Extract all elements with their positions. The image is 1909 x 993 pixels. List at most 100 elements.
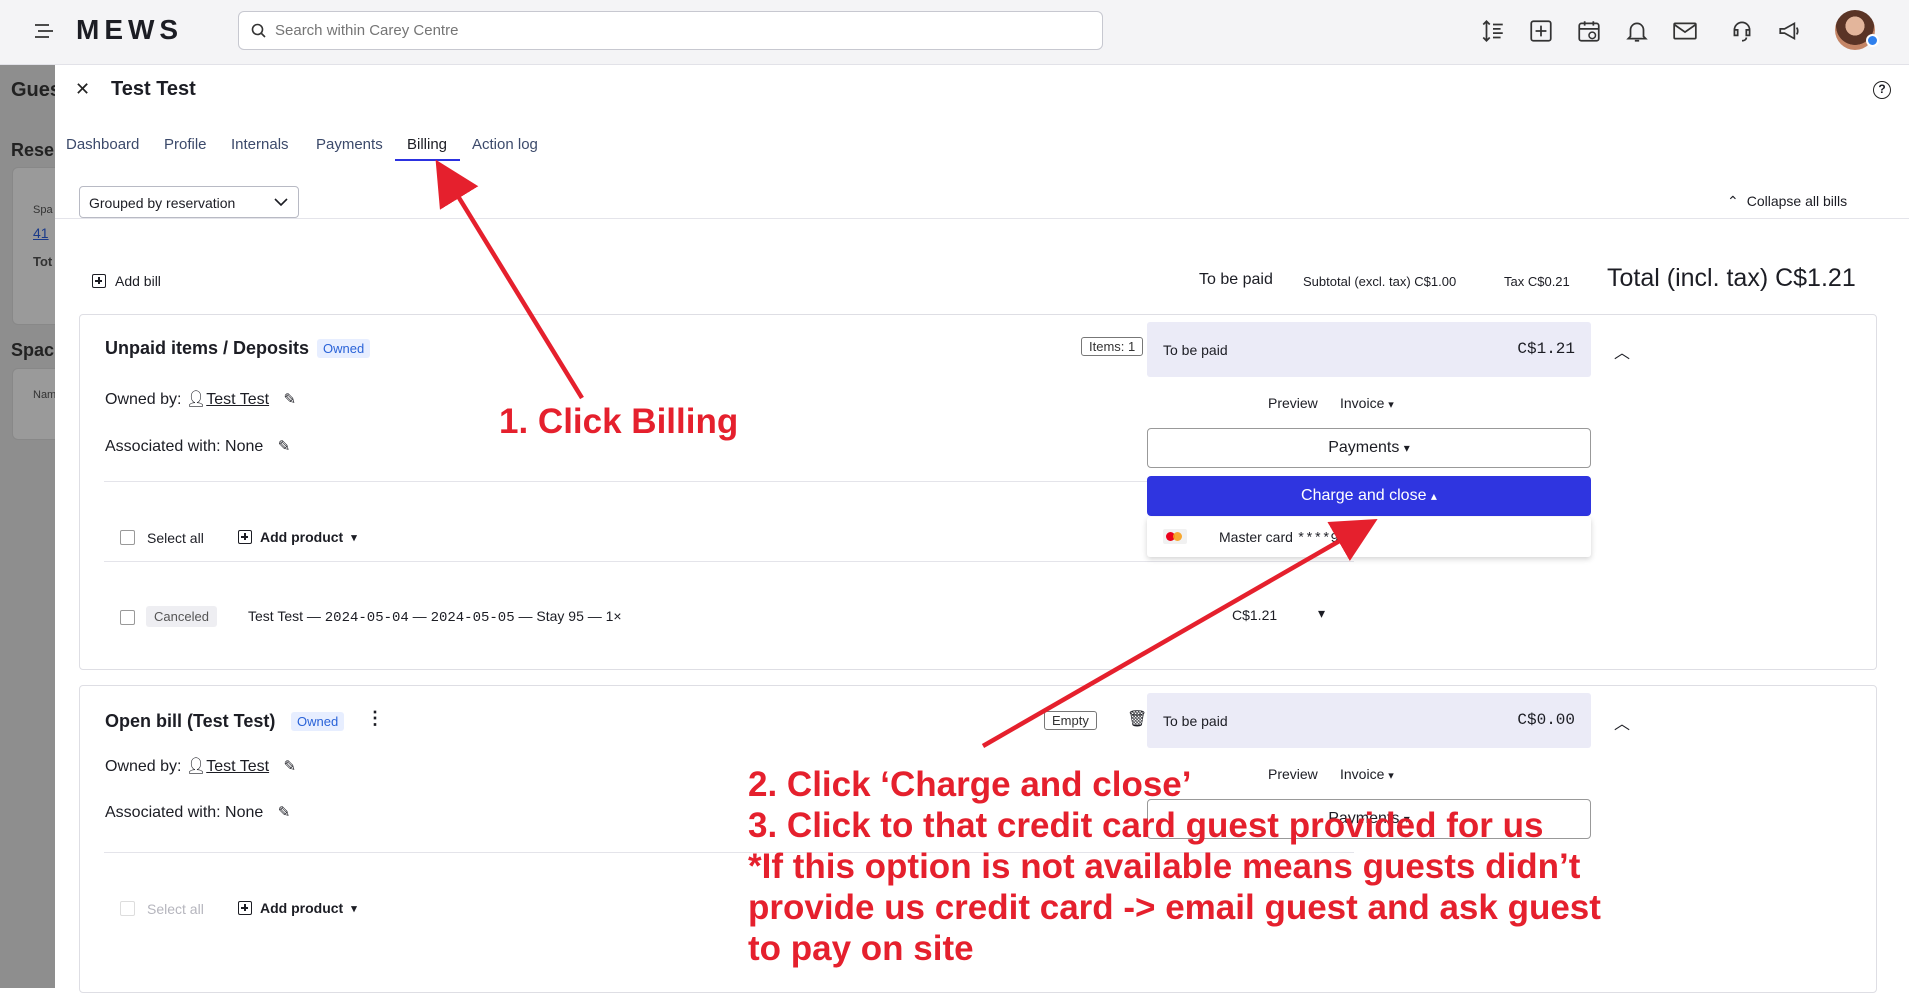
search-bar[interactable] — [238, 11, 1103, 50]
item-checkbox[interactable] — [120, 610, 135, 625]
chevrons-up-icon: ⌃ — [1727, 193, 1739, 209]
add-box-icon — [238, 901, 252, 915]
select-all-checkbox[interactable] — [120, 530, 135, 545]
add-product-label: Add product — [260, 529, 344, 545]
more-options-icon[interactable]: ⋮ — [366, 708, 384, 729]
bill-card-unpaid: Unpaid items / Deposits Owned Items: 1 O… — [79, 314, 1877, 670]
credit-card-option[interactable]: Master card ****9064 — [1147, 517, 1591, 557]
bg-card: Spa 41 Tot — [12, 167, 56, 325]
add-bill-button[interactable]: Add bill — [92, 273, 161, 289]
item-price: C$1.21 — [1232, 607, 1278, 623]
item-guest-name: Test Test — — [248, 608, 325, 624]
support-icon[interactable] — [1729, 18, 1755, 44]
add-product-button[interactable]: Add product ▾ — [238, 900, 357, 916]
annotation-note-2: provide us credit card -> email guest an… — [748, 888, 1601, 927]
associated-row: Associated with: None ✎ — [105, 803, 290, 822]
top-bar: MEWS — [0, 0, 1909, 65]
owner-link[interactable]: Test Test — [206, 758, 269, 775]
tab-payments[interactable]: Payments — [316, 136, 383, 153]
invoice-label: Invoice — [1340, 395, 1385, 411]
bg-col-header: Spa — [33, 204, 53, 216]
bg-total: Tot — [33, 254, 53, 269]
owned-by-label: Owned by: — [105, 391, 182, 408]
item-date-from: 2024-05-04 — [324, 610, 409, 626]
bg-name-header: Nam — [33, 389, 57, 401]
select-all-label: Select all — [147, 901, 204, 917]
collapse-bill-icon[interactable]: ︿ — [1614, 339, 1630, 363]
mastercard-icon — [1163, 529, 1187, 544]
annotation-step2: 2. Click ‘Charge and close’ — [748, 765, 1192, 804]
select-all-checkbox — [120, 901, 135, 916]
add-box-icon[interactable] — [1528, 18, 1554, 44]
annotation-note-3: to pay on site — [748, 929, 974, 968]
edit-owner-icon[interactable]: ✎ — [284, 390, 297, 408]
empty-badge: Empty — [1044, 711, 1097, 730]
tab-internals[interactable]: Internals — [231, 136, 289, 153]
owned-by-label: Owned by: — [105, 758, 182, 775]
tab-profile[interactable]: Profile — [164, 136, 207, 153]
to-be-paid-amount: C$0.00 — [1517, 711, 1575, 729]
item-details: — Stay 95 — 1× — [514, 608, 622, 624]
grouping-select[interactable]: Grouped by reservation — [79, 186, 299, 218]
bill-title: Open bill (Test Test) — [105, 711, 276, 731]
search-input[interactable] — [275, 22, 1075, 39]
bg-card-2: Nam — [12, 368, 56, 440]
help-icon[interactable]: ? — [1873, 81, 1891, 99]
edit-owner-icon[interactable]: ✎ — [284, 757, 297, 775]
add-bill-label: Add bill — [115, 273, 161, 289]
megaphone-icon[interactable] — [1777, 18, 1803, 44]
menu-icon[interactable] — [32, 19, 56, 43]
annotation-step3: 3. Click to that credit card guest provi… — [748, 806, 1544, 845]
items-count-badge: Items: 1 — [1081, 337, 1144, 356]
person-icon: 👤︎ — [185, 758, 207, 775]
chevron-down-icon: ▾ — [1403, 441, 1410, 455]
payment-summary-header: To be paid C$1.21 — [1147, 322, 1591, 377]
preview-button[interactable]: Preview — [1268, 395, 1318, 411]
invoice-dropdown[interactable]: Invoice ▾ — [1340, 395, 1394, 411]
chevron-down-icon: ▾ — [351, 531, 357, 544]
mail-icon[interactable] — [1672, 18, 1698, 44]
chevron-down-icon[interactable]: ▾ — [1318, 605, 1325, 622]
close-icon[interactable]: ✕ — [75, 79, 90, 100]
mews-logo[interactable]: MEWS — [76, 14, 183, 46]
item-separator: — — [408, 608, 431, 624]
annotation-steps-block: 2. Click ‘Charge and close’ 3. Click to … — [748, 764, 1748, 969]
tab-billing[interactable]: Billing — [407, 136, 447, 153]
tab-dashboard[interactable]: Dashboard — [66, 136, 139, 153]
collapse-all-button[interactable]: ⌃ Collapse all bills — [1727, 193, 1847, 210]
annotation-note-1: *If this option is not available means g… — [748, 847, 1581, 886]
collapse-all-label: Collapse all bills — [1746, 193, 1848, 209]
summary-tax: Tax C$0.21 — [1504, 274, 1570, 289]
calendar-icon[interactable] — [1576, 18, 1602, 44]
payments-button[interactable]: Payments ▾ — [1147, 428, 1591, 468]
summary-to-be-paid: To be paid — [1199, 271, 1273, 288]
trash-icon[interactable]: 🗑︎ — [1127, 709, 1147, 729]
associated-label: Associated with: None — [105, 804, 264, 821]
tab-action-log[interactable]: Action log — [472, 136, 538, 153]
background-page: Gues Rese Spa 41 Tot Spac Nam — [0, 65, 61, 988]
sort-lines-icon[interactable] — [1480, 18, 1506, 44]
chevron-down-icon — [274, 198, 288, 207]
avatar-status-badge — [1866, 34, 1879, 47]
active-tab-indicator — [395, 159, 460, 161]
select-all-label: Select all — [147, 530, 204, 546]
payment-summary-header: To be paid C$0.00 — [1147, 693, 1591, 748]
add-product-button[interactable]: Add product ▾ — [238, 529, 357, 545]
bell-icon[interactable] — [1624, 18, 1650, 44]
associated-row: Associated with: None ✎ — [105, 437, 290, 456]
person-icon: 👤︎ — [185, 391, 207, 408]
charge-and-close-button[interactable]: Charge and close ▴ — [1147, 476, 1591, 516]
payments-label: Payments — [1328, 439, 1400, 456]
edit-associated-icon[interactable]: ✎ — [278, 437, 291, 455]
drawer-title: Test Test — [111, 78, 196, 100]
item-description[interactable]: Test Test — 2024-05-04 — 2024-05-05 — St… — [248, 608, 622, 626]
bg-section2-title: Spac — [11, 340, 55, 360]
annotation-step1: 1. Click Billing — [499, 402, 739, 441]
grouping-select-value: Grouped by reservation — [89, 195, 236, 211]
owner-link[interactable]: Test Test — [206, 391, 269, 408]
bill-title: Unpaid items / Deposits — [105, 338, 310, 358]
collapse-bill-icon[interactable]: ︿ — [1614, 710, 1630, 734]
to-be-paid-label: To be paid — [1163, 713, 1228, 729]
edit-associated-icon[interactable]: ✎ — [278, 803, 291, 821]
owned-badge: Owned — [317, 339, 371, 358]
